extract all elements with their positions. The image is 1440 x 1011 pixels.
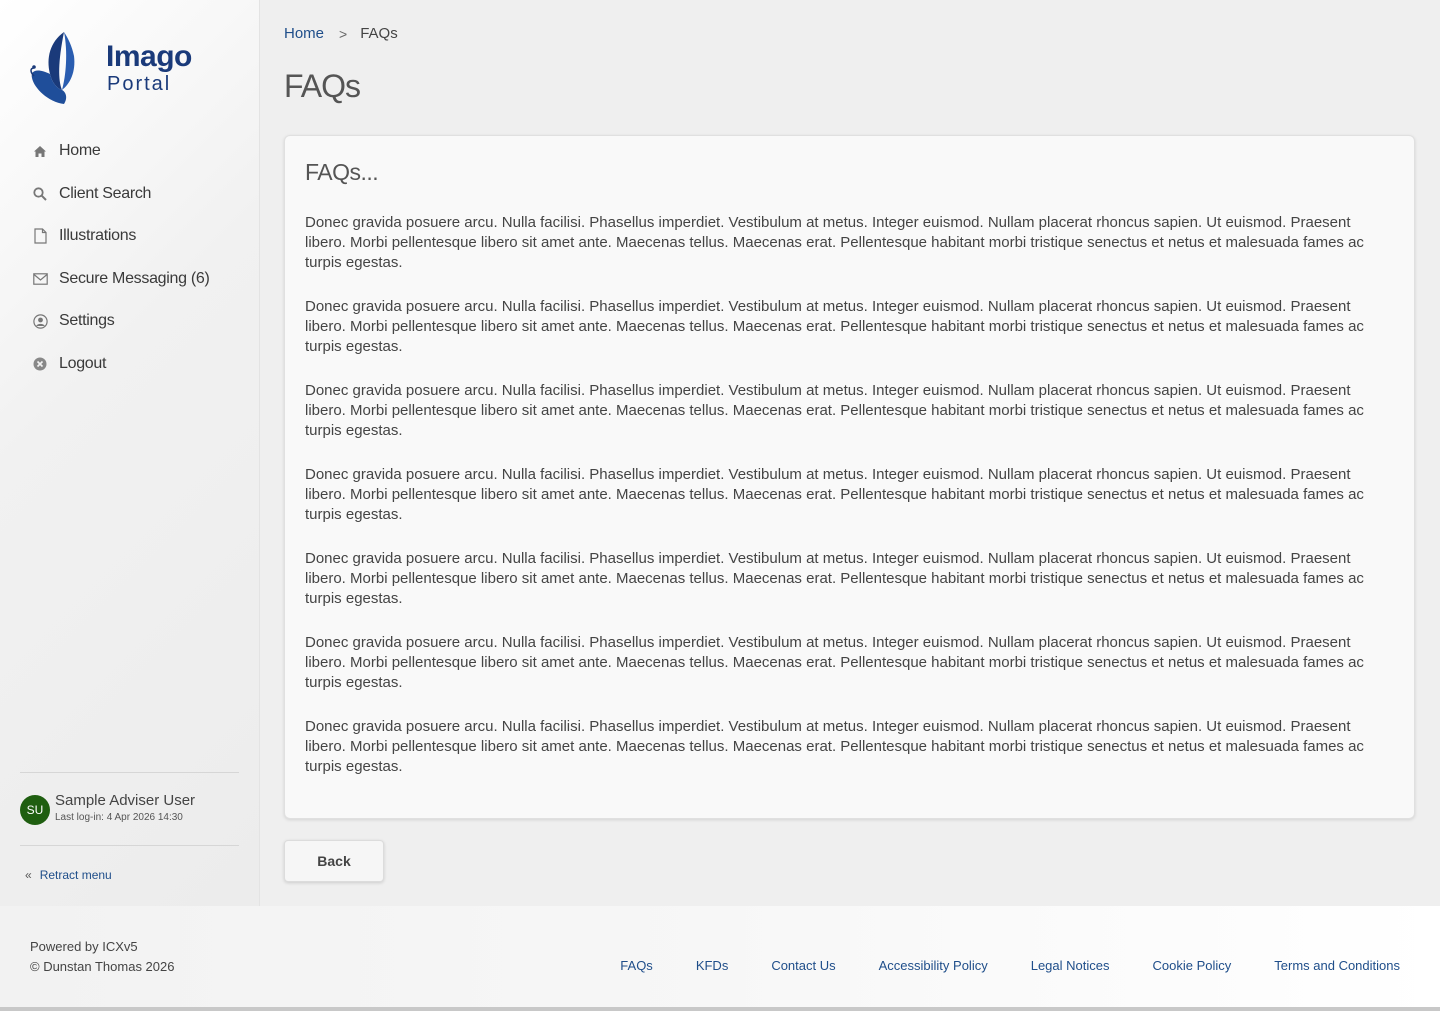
faq-paragraph: Donec gravida posuere arcu. Nulla facili… xyxy=(305,466,1364,523)
footer-link-accessibility-policy[interactable]: Accessibility Policy xyxy=(879,958,988,973)
footer-links: FAQs KFDs Contact Us Accessibility Polic… xyxy=(577,958,1400,973)
imago-portal-logo[interactable]: Imago Portal xyxy=(28,28,198,108)
logo-text-imago: Imago xyxy=(106,40,192,73)
faq-paragraph: Donec gravida posuere arcu. Nulla facili… xyxy=(305,214,1364,271)
footer-link-terms-and-conditions[interactable]: Terms and Conditions xyxy=(1274,958,1400,973)
document-icon xyxy=(32,228,48,244)
faq-paragraph: Donec gravida posuere arcu. Nulla facili… xyxy=(305,298,1364,355)
search-icon xyxy=(32,186,48,202)
faq-paragraph: Donec gravida posuere arcu. Nulla facili… xyxy=(305,718,1364,775)
sidebar-nav: Home Client Search Illustrations Secure … xyxy=(0,130,260,385)
faq-paragraph: Donec gravida posuere arcu. Nulla facili… xyxy=(305,634,1364,691)
sidebar-item-settings[interactable]: Settings xyxy=(0,300,260,343)
sidebar-item-label: Logout xyxy=(59,354,107,372)
breadcrumb: Home > FAQs xyxy=(284,25,398,42)
faq-paragraph: Donec gravida posuere arcu. Nulla facili… xyxy=(305,382,1364,439)
powered-by-text: Powered by ICXv5 xyxy=(30,939,138,954)
user-circle-icon xyxy=(32,313,48,329)
sidebar-item-home[interactable]: Home xyxy=(0,130,260,173)
logo-text-portal: Portal xyxy=(107,73,172,95)
sidebar-item-label: Client Search xyxy=(59,184,152,202)
faq-card: FAQs... Donec gravida posuere arcu. Null… xyxy=(284,135,1415,819)
footer-link-faqs[interactable]: FAQs xyxy=(620,958,653,973)
sidebar-item-label: Home xyxy=(59,142,101,160)
user-name: Sample Adviser User xyxy=(55,792,196,809)
breadcrumb-current: FAQs xyxy=(360,25,398,42)
footer-credits: Powered by ICXv5 © Dunstan Thomas 2026 xyxy=(30,937,174,977)
copyright-text: © Dunstan Thomas 2026 xyxy=(30,959,175,974)
footer-link-contact-us[interactable]: Contact Us xyxy=(771,958,835,973)
breadcrumb-separator: > xyxy=(339,25,348,42)
home-icon xyxy=(32,143,48,159)
footer-link-cookie-policy[interactable]: Cookie Policy xyxy=(1153,958,1232,973)
sidebar-item-illustrations[interactable]: Illustrations xyxy=(0,215,260,258)
footer-divider xyxy=(0,1007,1440,1011)
sidebar-item-client-search[interactable]: Client Search xyxy=(0,173,260,216)
back-button[interactable]: Back xyxy=(284,840,384,882)
double-chevron-left-icon: « xyxy=(25,868,32,882)
avatar[interactable]: SU xyxy=(20,795,50,825)
sidebar-item-label: Illustrations xyxy=(59,227,137,245)
sidebar-item-label: Settings xyxy=(59,312,115,330)
sidebar: Imago Portal Home Client Search Illustra… xyxy=(0,0,260,906)
retract-menu-label: Retract menu xyxy=(39,868,112,882)
faq-paragraph: Donec gravida posuere arcu. Nulla facili… xyxy=(305,550,1364,607)
last-login-text: Last log-in: 4 Apr 2026 14:30 xyxy=(55,812,183,823)
butterfly-logo-icon xyxy=(30,32,75,104)
footer-link-legal-notices[interactable]: Legal Notices xyxy=(1031,958,1110,973)
faq-paragraphs: Donec gravida posuere arcu. Nulla facili… xyxy=(305,213,1365,801)
breadcrumb-home-link[interactable]: Home xyxy=(284,25,324,42)
user-panel: SU Sample Adviser User Last log-in: 4 Ap… xyxy=(20,772,239,846)
footer: Powered by ICXv5 © Dunstan Thomas 2026 F… xyxy=(0,906,1440,1007)
footer-link-kfds[interactable]: KFDs xyxy=(696,958,729,973)
close-circle-icon xyxy=(32,356,48,372)
sidebar-item-label: Secure Messaging (6) xyxy=(59,269,210,287)
sidebar-item-logout[interactable]: Logout xyxy=(0,343,260,386)
card-title: FAQs... xyxy=(305,159,379,185)
sidebar-item-secure-messaging[interactable]: Secure Messaging (6) xyxy=(0,258,260,301)
envelope-icon xyxy=(32,271,48,287)
page-title: FAQs xyxy=(284,68,361,104)
retract-menu-link[interactable]: « Retract menu xyxy=(25,868,112,882)
